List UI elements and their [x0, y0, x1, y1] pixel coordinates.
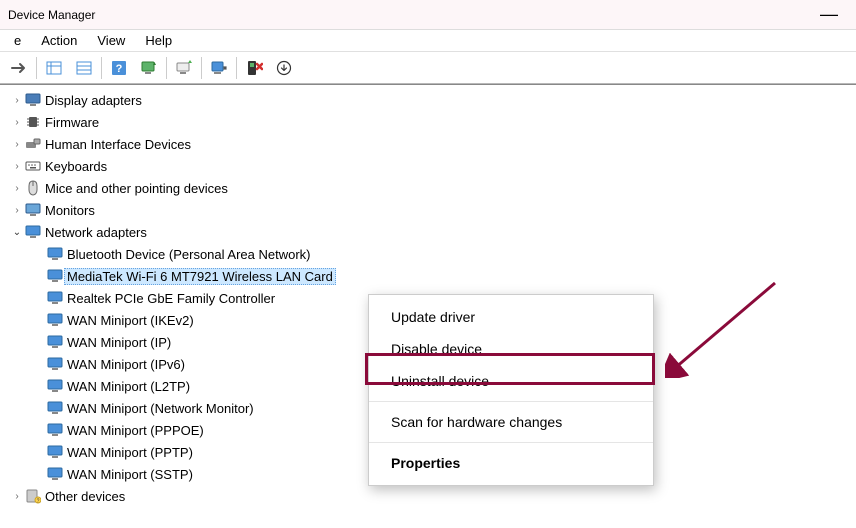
tree-node-mediatek-wifi[interactable]: MediaTek Wi-Fi 6 MT7921 Wireless LAN Car…: [28, 265, 856, 287]
tree-label: Network adapters: [42, 224, 150, 241]
show-hidden-icon[interactable]: [40, 55, 68, 81]
update-driver-icon[interactable]: [170, 55, 198, 81]
toolbar-separator: [36, 57, 37, 79]
context-separator: [369, 442, 653, 443]
network-adapter-icon: [46, 379, 64, 393]
toolbar-separator: [166, 57, 167, 79]
chevron-right-icon[interactable]: ›: [10, 95, 24, 106]
titlebar: Device Manager —: [0, 0, 856, 30]
network-adapter-icon: [46, 291, 64, 305]
context-properties[interactable]: Properties: [369, 447, 653, 479]
tree-label: WAN Miniport (SSTP): [64, 466, 196, 483]
toolbar-separator: [201, 57, 202, 79]
tree-node-network-adapters[interactable]: ⌄ Network adapters: [6, 221, 856, 243]
network-adapter-icon: [46, 335, 64, 349]
tree-label: Display adapters: [42, 92, 145, 109]
help-icon[interactable]: ?: [105, 55, 133, 81]
network-adapter-icon: [46, 467, 64, 481]
context-scan-hardware[interactable]: Scan for hardware changes: [369, 406, 653, 438]
context-separator: [369, 401, 653, 402]
other-devices-icon: ?: [24, 488, 42, 504]
network-adapter-icon: [46, 313, 64, 327]
tree-label: Realtek PCIe GbE Family Controller: [64, 290, 278, 307]
tree-label: WAN Miniport (IKEv2): [64, 312, 197, 329]
device-list-icon[interactable]: [70, 55, 98, 81]
chevron-right-icon[interactable]: ›: [10, 205, 24, 216]
context-update-driver[interactable]: Update driver: [369, 301, 653, 333]
network-adapter-icon: [46, 269, 64, 283]
tree-label: Mice and other pointing devices: [42, 180, 231, 197]
hid-icon: [24, 137, 42, 151]
tree-label: Keyboards: [42, 158, 110, 175]
monitor-icon: [24, 203, 42, 217]
tree-label: WAN Miniport (Network Monitor): [64, 400, 257, 417]
chevron-right-icon[interactable]: ›: [10, 139, 24, 150]
network-adapter-icon: [24, 225, 42, 239]
network-adapter-icon: [46, 445, 64, 459]
tree-node-mice[interactable]: › Mice and other pointing devices: [6, 177, 856, 199]
tree-label: Monitors: [42, 202, 98, 219]
tree-label: WAN Miniport (PPPOE): [64, 422, 207, 439]
tree-label: Other devices: [42, 488, 128, 505]
chevron-right-icon[interactable]: ›: [10, 491, 24, 502]
tree-label: Human Interface Devices: [42, 136, 194, 153]
forward-icon[interactable]: [5, 55, 33, 81]
tree-node-bluetooth-device[interactable]: Bluetooth Device (Personal Area Network): [28, 243, 856, 265]
tree-label: Bluetooth Device (Personal Area Network): [64, 246, 314, 263]
menu-file[interactable]: e: [4, 31, 31, 50]
menubar: e Action View Help: [0, 30, 856, 52]
tree-node-hid[interactable]: › Human Interface Devices: [6, 133, 856, 155]
display-adapter-icon: [24, 93, 42, 107]
uninstall-device-icon[interactable]: [240, 55, 268, 81]
toolbar-separator: [236, 57, 237, 79]
tree-label: WAN Miniport (IP): [64, 334, 174, 351]
menu-view[interactable]: View: [87, 31, 135, 50]
network-adapter-icon: [46, 423, 64, 437]
keyboard-icon: [24, 160, 42, 172]
chevron-down-icon[interactable]: ⌄: [10, 227, 24, 238]
tree-node-keyboards[interactable]: › Keyboards: [6, 155, 856, 177]
context-disable-device[interactable]: Disable device: [369, 333, 653, 365]
context-menu: Update driver Disable device Uninstall d…: [368, 294, 654, 486]
tree-label: Firmware: [42, 114, 102, 131]
menu-help[interactable]: Help: [135, 31, 182, 50]
network-adapter-icon: [46, 247, 64, 261]
toolbar: ?: [0, 52, 856, 84]
chevron-right-icon[interactable]: ›: [10, 183, 24, 194]
tree-label: WAN Miniport (PPTP): [64, 444, 196, 461]
svg-text:?: ?: [37, 499, 40, 505]
window-title: Device Manager: [8, 8, 810, 22]
tree-node-monitors[interactable]: › Monitors: [6, 199, 856, 221]
tree-node-other-devices[interactable]: › ? Other devices: [6, 485, 856, 507]
toolbar-separator: [101, 57, 102, 79]
tree-label: WAN Miniport (L2TP): [64, 378, 193, 395]
dropdown-icon[interactable]: [270, 55, 298, 81]
svg-text:?: ?: [116, 63, 123, 75]
menu-action[interactable]: Action: [31, 31, 87, 50]
context-uninstall-device[interactable]: Uninstall device: [369, 365, 653, 397]
network-adapter-icon: [46, 401, 64, 415]
chevron-right-icon[interactable]: ›: [10, 161, 24, 172]
scan-hardware-icon[interactable]: [135, 55, 163, 81]
minimize-button[interactable]: —: [810, 4, 848, 25]
chevron-right-icon[interactable]: ›: [10, 117, 24, 128]
tree-label: WAN Miniport (IPv6): [64, 356, 188, 373]
disable-device-icon[interactable]: [205, 55, 233, 81]
mouse-icon: [24, 180, 42, 196]
firmware-icon: [24, 115, 42, 129]
network-adapter-icon: [46, 357, 64, 371]
tree-label: MediaTek Wi-Fi 6 MT7921 Wireless LAN Car…: [64, 268, 336, 285]
tree-node-firmware[interactable]: › Firmware: [6, 111, 856, 133]
tree-node-display-adapters[interactable]: › Display adapters: [6, 89, 856, 111]
